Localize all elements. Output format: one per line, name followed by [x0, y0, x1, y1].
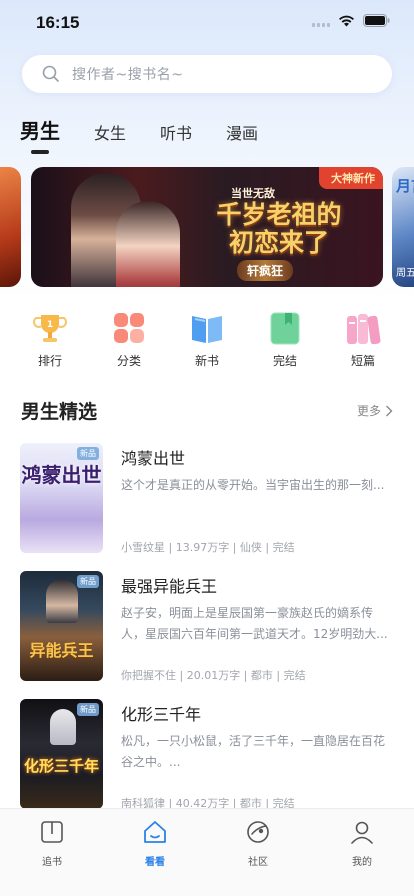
cover-tag: 新品: [77, 447, 99, 460]
cover-tag: 新品: [77, 575, 99, 588]
book-icon: [41, 821, 63, 843]
tabbar-community-label: 社区: [248, 857, 268, 868]
banner-title-line2: 初恋来了: [228, 228, 329, 257]
open-book-icon: [189, 310, 225, 346]
tabbar-profile[interactable]: 我的: [332, 819, 392, 868]
book-cover: 新品 鸿蒙出世: [20, 443, 103, 553]
cover-figure: [46, 579, 78, 623]
books-icon: [345, 310, 381, 346]
trophy-icon: 1: [32, 310, 68, 346]
home-icon: [144, 821, 166, 843]
book-title: 最强异能兵王: [121, 577, 218, 596]
tab-female[interactable]: 女生: [94, 112, 126, 144]
search-icon: [42, 65, 59, 82]
tab-comics[interactable]: 漫画: [226, 112, 258, 144]
banner-figure-female: [116, 201, 180, 287]
bookmark-book-icon: [267, 310, 303, 346]
cover-title: 异能兵王: [29, 641, 94, 660]
status-icons: [312, 14, 390, 27]
tab-audiobook[interactable]: 听书: [160, 112, 192, 144]
more-label: 更多: [356, 404, 381, 418]
banner-title-line1: 千岁老祖的: [216, 200, 342, 229]
more-link[interactable]: 更多: [357, 402, 393, 419]
category-classify-label: 分类: [116, 354, 141, 368]
tabbar-home-label: 看看: [145, 857, 165, 868]
section-header: 男生精选 更多: [21, 397, 393, 424]
book-description: 赵子安，明面上是星辰国第一豪族赵氏的嫡系传人，星辰国六百年间第一武道天才。12岁…: [121, 606, 388, 641]
banner-next[interactable]: 月言 周五: [392, 167, 414, 287]
book-meta: 你把握不住 | 20.01万字 | 都市 | 完结: [121, 669, 306, 682]
grid-icon: [111, 310, 147, 346]
status-time: 16:15: [36, 13, 80, 32]
category-ranking[interactable]: 1 排行: [20, 310, 80, 369]
tabbar-community[interactable]: 社区: [228, 819, 288, 868]
book-description: 松凡，一只小松鼠，活了三千年，一直隐居在百花谷之中。...: [121, 734, 386, 769]
banner-tag: 大神新作: [319, 167, 383, 189]
banner-small-title: 当世无敌: [231, 187, 275, 200]
signal-icon: [312, 15, 330, 27]
search-bar[interactable]: 搜作者~搜书名~: [22, 55, 392, 93]
category-short-stories[interactable]: 短篇: [333, 310, 393, 369]
battery-icon: [363, 14, 390, 27]
book-meta: 小雪纹星 | 13.97万字 | 仙侠 | 完结: [121, 541, 295, 554]
banner-next-text: 月言: [396, 177, 414, 195]
tab-male[interactable]: 男生: [20, 112, 60, 154]
banner-next-sub: 周五: [396, 268, 414, 279]
cover-title: 鸿蒙出世: [21, 463, 102, 487]
book-cover: 新品 异能兵王: [20, 571, 103, 681]
cover-figure: [50, 709, 76, 745]
status-bar: 16:15: [0, 0, 414, 44]
book-description: 这个才是真正的从零开始。当宇宙出生的那一刻...: [121, 478, 385, 492]
banner-author: 轩疯狂: [237, 260, 294, 281]
cover-tag: 新品: [77, 703, 99, 716]
tabbar-bookshelf[interactable]: 追书: [22, 819, 82, 868]
tabbar-home[interactable]: 看看: [125, 819, 185, 868]
tabbar-profile-label: 我的: [352, 857, 372, 868]
chevron-right-icon: [386, 405, 393, 416]
profile-icon: [351, 821, 373, 844]
book-item[interactable]: 新品 化形三千年 化形三千年 松凡，一只小松鼠，活了三千年，一直隐居在百花谷之中…: [20, 699, 394, 811]
banner-title: 千岁老祖的 初恋来了: [179, 201, 379, 257]
category-completed[interactable]: 完结: [255, 310, 315, 369]
category-new-books[interactable]: 新书: [177, 310, 237, 369]
top-tabs: 男生 女生 听书 漫画: [20, 112, 292, 154]
community-icon: [247, 821, 269, 843]
banner-carousel: 大神新作 当世无敌 千岁老祖的 初恋来了 轩疯狂 月言 周五: [0, 167, 414, 287]
category-completed-label: 完结: [272, 354, 297, 368]
book-item[interactable]: 新品 鸿蒙出世 鸿蒙出世 这个才是真正的从零开始。当宇宙出生的那一刻... 小雪…: [20, 443, 394, 555]
category-classify[interactable]: 分类: [99, 310, 159, 369]
book-cover: 新品 化形三千年: [20, 699, 103, 809]
category-ranking-label: 排行: [37, 354, 62, 368]
tabbar-bookshelf-label: 追书: [42, 857, 62, 868]
book-title: 化形三千年: [121, 705, 202, 724]
section-title: 男生精选: [21, 401, 98, 423]
bottom-tab-bar: 追书 看看 社区 我的: [0, 808, 414, 896]
svg-text:1: 1: [47, 320, 53, 330]
book-title: 鸿蒙出世: [121, 449, 186, 468]
category-short-stories-label: 短篇: [350, 354, 375, 368]
wifi-icon: [338, 15, 355, 27]
category-new-books-label: 新书: [194, 354, 219, 368]
banner-main[interactable]: 大神新作 当世无敌 千岁老祖的 初恋来了 轩疯狂: [31, 167, 383, 287]
cover-title: 化形三千年: [23, 757, 99, 775]
search-placeholder: 搜作者~搜书名~: [72, 67, 184, 83]
banner-previous[interactable]: [0, 167, 21, 287]
category-shortcuts: 1 排行 分类 新书 完结 短篇: [0, 310, 414, 370]
book-item[interactable]: 新品 异能兵王 最强异能兵王 赵子安，明面上是星辰国第一豪族赵氏的嫡系传人，星辰…: [20, 571, 394, 683]
